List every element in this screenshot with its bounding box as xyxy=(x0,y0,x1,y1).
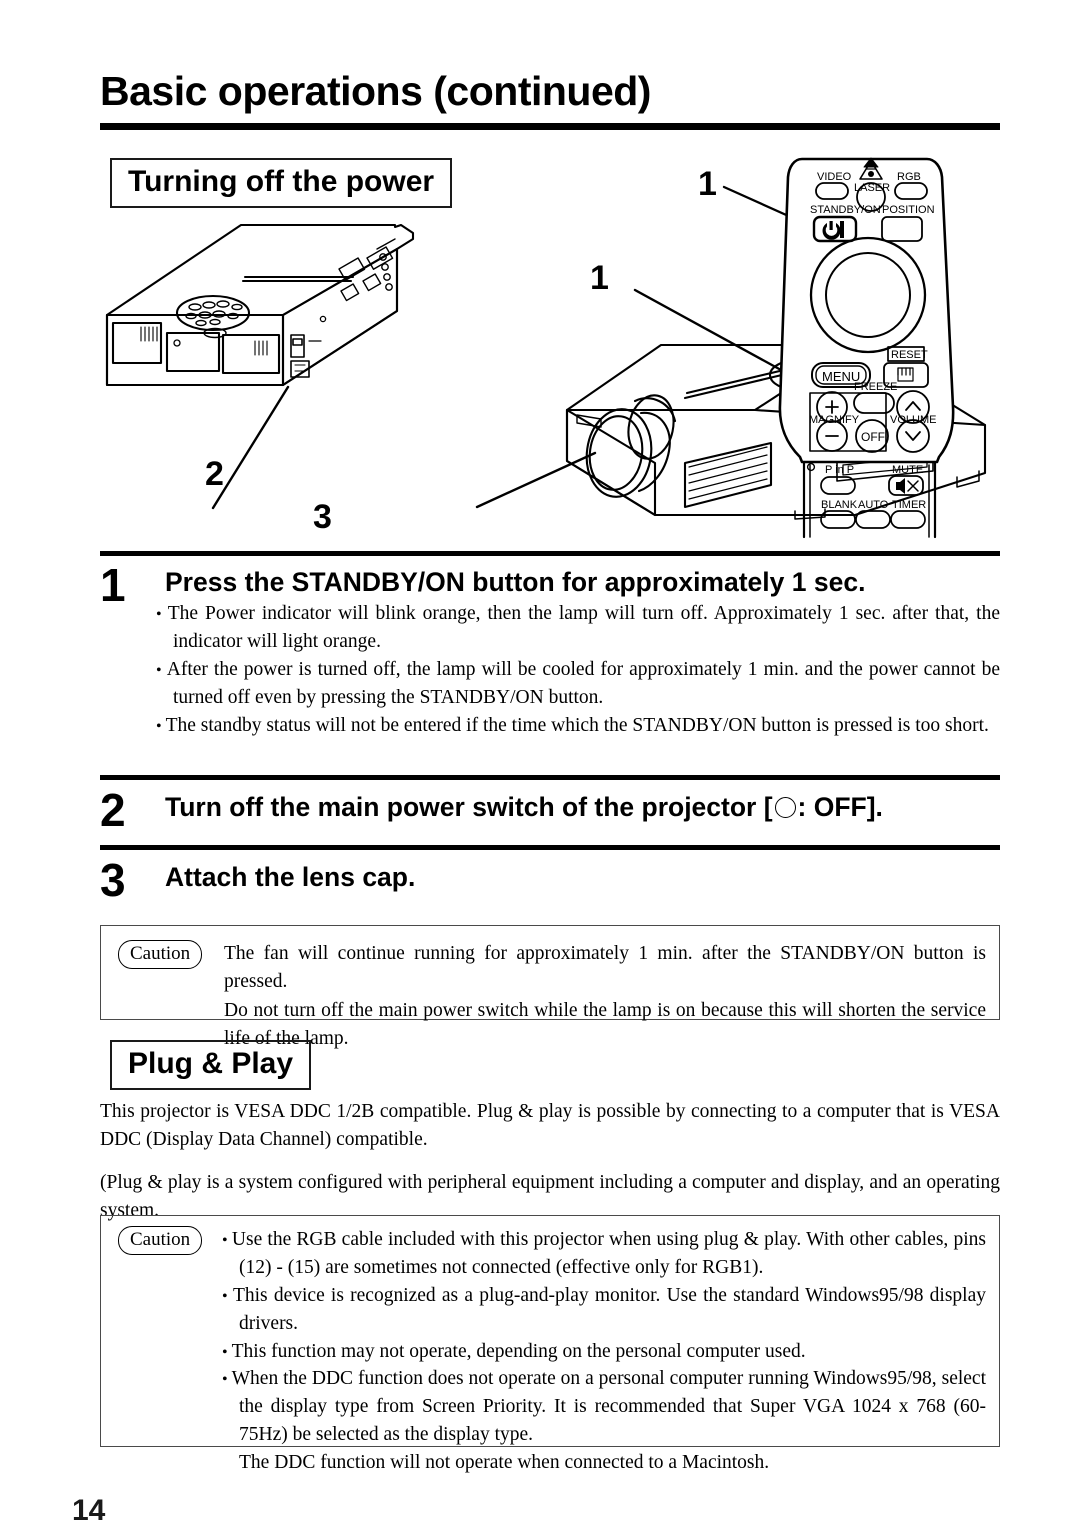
blank-button xyxy=(820,510,856,529)
step-3-rule xyxy=(100,845,1000,850)
projector-rear-illustration xyxy=(105,223,415,387)
remote-label-position: POSITION xyxy=(882,204,935,216)
caution-power-line-1: The fan will continue running for approx… xyxy=(224,943,986,993)
remote-label-video: VIDEO xyxy=(817,171,852,183)
remote-label-freeze: FREEZE xyxy=(854,381,897,393)
caution-pp-bullet-1: Use the RGB cable included with this pro… xyxy=(222,1226,986,1282)
callout-1-projector: 1 xyxy=(590,259,609,297)
mute-button xyxy=(888,475,924,496)
step-1-bullets: The Power indicator will blink orange, t… xyxy=(156,600,1000,739)
step-1-heading: Press the STANDBY/ON button for approxim… xyxy=(165,567,866,597)
title-rule xyxy=(100,123,1000,130)
callout-leader-3 xyxy=(475,451,597,509)
caution-tag-power: Caution xyxy=(118,940,203,969)
step-2-heading-before: Turn off the main power switch of the pr… xyxy=(165,792,773,822)
remote-label-magnify: MAGNIFY xyxy=(809,414,860,426)
caution-power-line-2: Do not turn off the main power switch wh… xyxy=(224,999,986,1049)
remote-label-rgb: RGB xyxy=(897,171,921,183)
caution-pp-bullet-2: This device is recognized as a plug-and-… xyxy=(222,1282,986,1338)
remote-label-timer: TIMER xyxy=(892,499,926,511)
pinp-button xyxy=(820,476,856,495)
callout-leader-2 xyxy=(211,385,290,510)
step-3-number: 3 xyxy=(100,854,126,906)
timer-button xyxy=(890,510,926,529)
step-1-bullet-3: The standby status will not be entered i… xyxy=(156,712,1000,740)
remote-label-blank: BLANK xyxy=(821,499,858,511)
manual-page: Basic operations (continued) Turning off… xyxy=(0,0,1080,1528)
remote-label-auto: AUTO xyxy=(858,499,889,511)
remote-label-standby-on: STANDBY/ON xyxy=(810,204,881,216)
caution-pp-trailing-line: The DDC function will not operate when c… xyxy=(239,1452,770,1473)
plug-play-paragraph-1: This projector is VESA DDC 1/2B compatib… xyxy=(100,1101,1000,1151)
step-1-bullet-1: The Power indicator will blink orange, t… xyxy=(156,600,1000,656)
section-heading-turning-off-the-power: Turning off the power xyxy=(110,158,453,208)
page-title: Basic operations (continued) xyxy=(100,68,651,114)
step-3-heading: Attach the lens cap. xyxy=(165,862,416,892)
callout-3-projector: 3 xyxy=(313,498,332,536)
step-1-number: 1 xyxy=(100,559,126,611)
remote-label-mute: MUTE xyxy=(892,464,923,476)
remote-label-laser: LASER xyxy=(854,182,890,194)
power-off-circle-icon xyxy=(774,797,796,818)
remote-control-illustration: VIDEO LASER RGB STANDBY/ON POSITION RESE… xyxy=(690,155,1000,545)
caution-plug-play-text: Use the RGB cable included with this pro… xyxy=(222,1226,986,1477)
caution-pp-bullet-3: This function may not operate, depending… xyxy=(222,1338,986,1366)
step-2-heading-after: : OFF]. xyxy=(797,792,883,822)
step-1-rule xyxy=(100,551,1000,556)
section-heading-plug-and-play: Plug & Play xyxy=(110,1040,312,1090)
remote-label-volume: VOLUME xyxy=(890,414,936,426)
page-number: 14 xyxy=(72,1494,106,1527)
auto-button xyxy=(855,510,891,529)
remote-label-reset: RESET xyxy=(891,349,928,361)
plug-play-body: This projector is VESA DDC 1/2B compatib… xyxy=(100,1098,1000,1225)
caution-pp-bullet-4: When the DDC function does not operate o… xyxy=(222,1365,986,1449)
remote-label-pinp: P in P xyxy=(825,464,854,476)
step-2-heading: Turn off the main power switch of the pr… xyxy=(165,794,883,821)
caution-tag-plug-play: Caution xyxy=(118,1226,203,1255)
step-1-bullet-2: After the power is turned off, the lamp … xyxy=(156,656,1000,712)
remote-label-off: OFF xyxy=(861,430,885,444)
callout-2-projector: 2 xyxy=(205,455,224,493)
callout-1-remote: 1 xyxy=(698,165,717,203)
step-2-number: 2 xyxy=(100,784,126,836)
step-2-rule xyxy=(100,775,1000,780)
caution-power-text: The fan will continue running for approx… xyxy=(224,940,986,1053)
